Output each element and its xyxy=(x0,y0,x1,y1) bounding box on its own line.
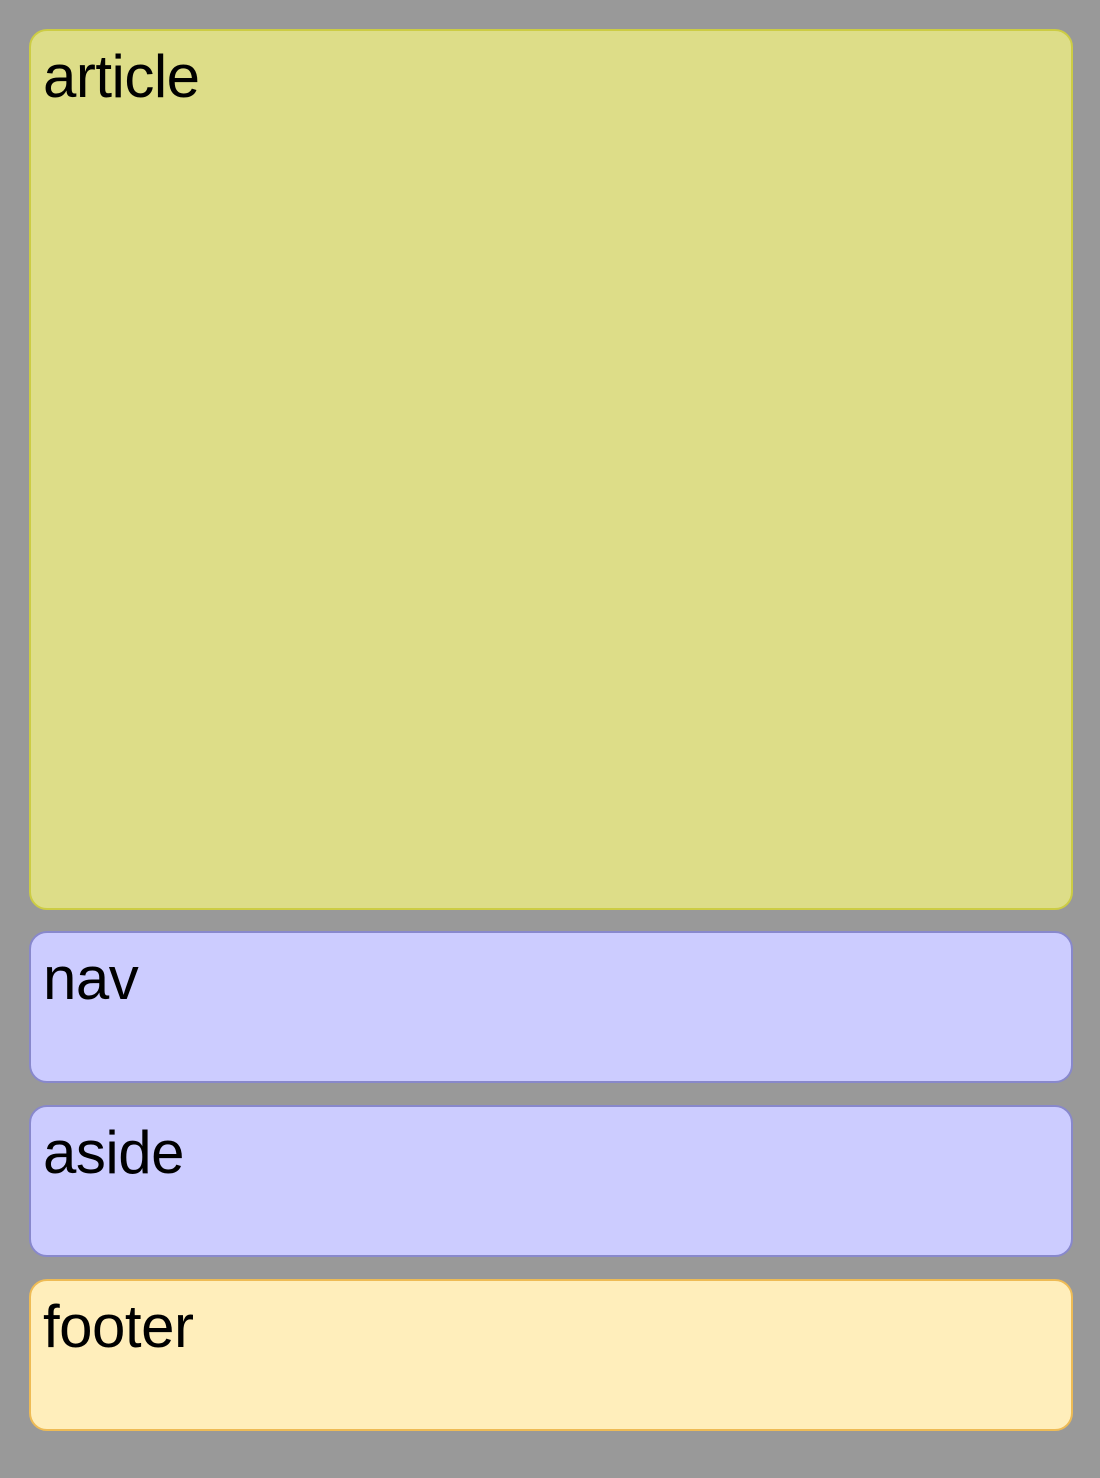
aside-label: aside xyxy=(43,1119,184,1186)
footer-label: footer xyxy=(43,1293,194,1360)
article-label: article xyxy=(43,43,200,110)
nav-region: nav xyxy=(29,931,1073,1083)
article-region: article xyxy=(29,29,1073,910)
footer-region: footer xyxy=(29,1279,1073,1431)
nav-label: nav xyxy=(43,945,139,1012)
aside-region: aside xyxy=(29,1105,1073,1257)
